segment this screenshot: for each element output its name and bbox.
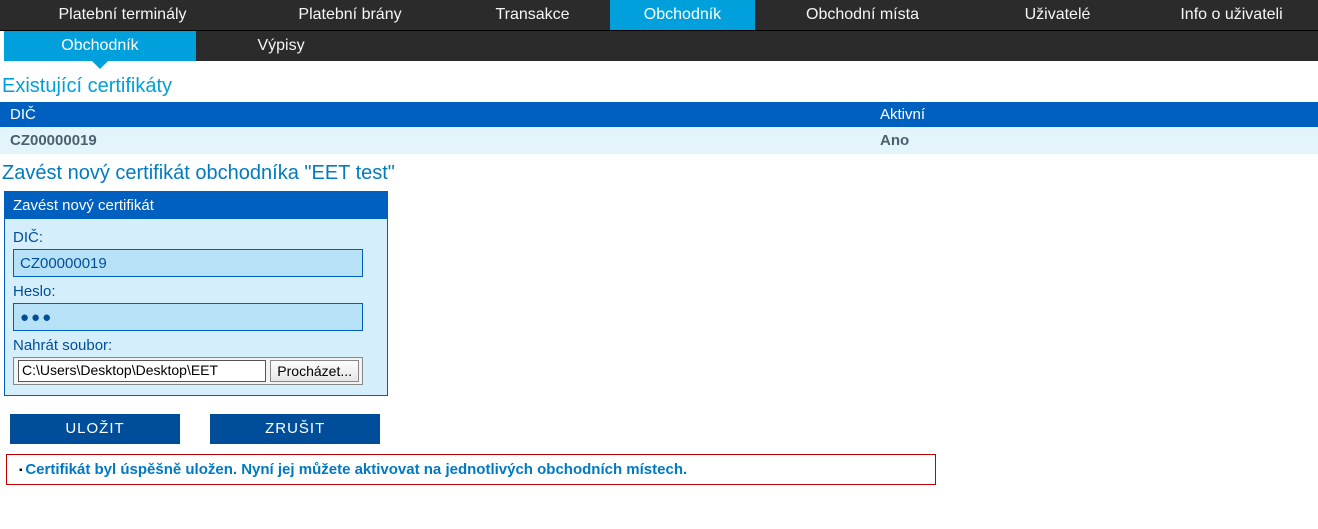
subnav-statements[interactable]: Výpisy [196,31,366,61]
save-button[interactable]: ULOŽIT [10,414,180,444]
heading-existing-certs: Existující certifikáty [2,75,1318,98]
new-cert-panel: Zavést nový certifikát DIČ: Heslo: Nahrá… [4,191,388,396]
primary-nav: Platební terminály Platební brány Transa… [0,0,1318,31]
th-dic: DIČ [0,102,870,127]
nav-merchant[interactable]: Obchodník [610,0,755,30]
th-active: Aktivní [870,102,1318,127]
label-password: Heslo: [13,283,379,300]
success-message-box: Certifikát byl úspěšně uložen. Nyní jej … [6,454,936,485]
input-password[interactable] [13,303,363,331]
sub-nav: Obchodník Výpisy [4,31,1318,61]
file-picker: C:\Users\Desktop\Desktop\EET Procházet..… [13,357,363,385]
nav-users[interactable]: Uživatelé [970,0,1145,30]
browse-button[interactable]: Procházet... [270,360,359,382]
cancel-button[interactable]: ZRUŠIT [210,414,380,444]
label-dic: DIČ: [13,229,379,246]
table-row[interactable]: CZ00000019 Ano [0,127,1318,154]
action-bar: ULOŽIT ZRUŠIT [10,414,1318,444]
cert-table: DIČ Aktivní CZ00000019 Ano [0,102,1318,154]
cell-dic: CZ00000019 [0,127,870,154]
nav-locations[interactable]: Obchodní místa [755,0,970,30]
heading-new-cert: Zavést nový certifikát obchodníka "EET t… [2,162,1318,185]
nav-userinfo[interactable]: Info o uživateli [1145,0,1318,30]
nav-terminals[interactable]: Platební terminály [0,0,245,30]
cell-active: Ano [870,127,1318,154]
nav-transactions[interactable]: Transakce [455,0,610,30]
panel-title: Zavést nový certifikát [5,192,387,219]
label-upload: Nahrát soubor: [13,337,379,354]
file-path[interactable]: C:\Users\Desktop\Desktop\EET [18,360,266,382]
subnav-merchant[interactable]: Obchodník [4,31,196,61]
nav-gateways[interactable]: Platební brány [245,0,455,30]
input-dic[interactable] [13,249,363,277]
success-message: Certifikát byl úspěšně uložen. Nyní jej … [19,461,927,478]
